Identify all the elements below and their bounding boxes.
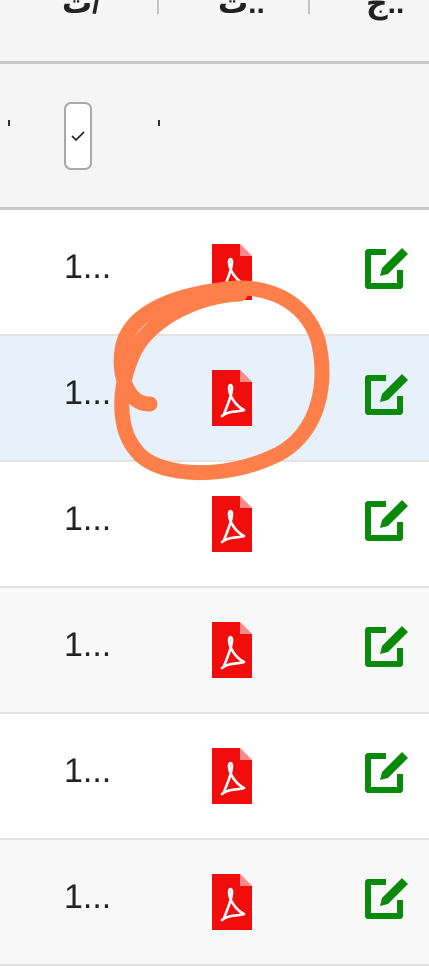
- pdf-file-icon[interactable]: [212, 748, 252, 809]
- check-icon: [71, 131, 85, 142]
- table-row[interactable]: 1...: [0, 462, 429, 588]
- pdf-file-icon[interactable]: [212, 496, 252, 557]
- edit-icon[interactable]: [362, 622, 412, 675]
- filter-marker: [158, 120, 160, 126]
- pdf-file-icon[interactable]: [212, 874, 252, 935]
- filter-checkbox[interactable]: [64, 102, 92, 170]
- row-number: 1...: [64, 374, 112, 412]
- row-number: 1...: [64, 626, 112, 664]
- column-header-2[interactable]: ت..: [218, 0, 265, 21]
- column-header-1[interactable]: ت/: [62, 0, 101, 21]
- table-row[interactable]: 1...: [0, 210, 429, 336]
- edit-icon[interactable]: [362, 748, 412, 801]
- pdf-file-icon[interactable]: [212, 622, 252, 683]
- column-header-3[interactable]: ج..: [366, 0, 404, 21]
- table-row[interactable]: 1...: [0, 714, 429, 840]
- row-number: 1...: [64, 248, 112, 286]
- edit-icon[interactable]: [362, 370, 412, 423]
- pdf-file-icon[interactable]: [212, 370, 252, 431]
- edit-icon[interactable]: [362, 496, 412, 549]
- column-divider: [308, 0, 310, 14]
- table-row[interactable]: 1...: [0, 840, 429, 966]
- table-header: ت/ ت.. ج..: [0, 0, 429, 64]
- filter-row: [0, 64, 429, 210]
- filter-marker: [8, 120, 10, 126]
- row-number: 1...: [64, 752, 112, 790]
- table-row[interactable]: 1...: [0, 336, 429, 462]
- column-divider: [157, 0, 159, 14]
- row-number: 1...: [64, 878, 112, 916]
- row-number: 1...: [64, 500, 112, 538]
- table-row[interactable]: 1...: [0, 588, 429, 714]
- edit-icon[interactable]: [362, 244, 412, 297]
- edit-icon[interactable]: [362, 874, 412, 927]
- pdf-file-icon[interactable]: [212, 244, 252, 305]
